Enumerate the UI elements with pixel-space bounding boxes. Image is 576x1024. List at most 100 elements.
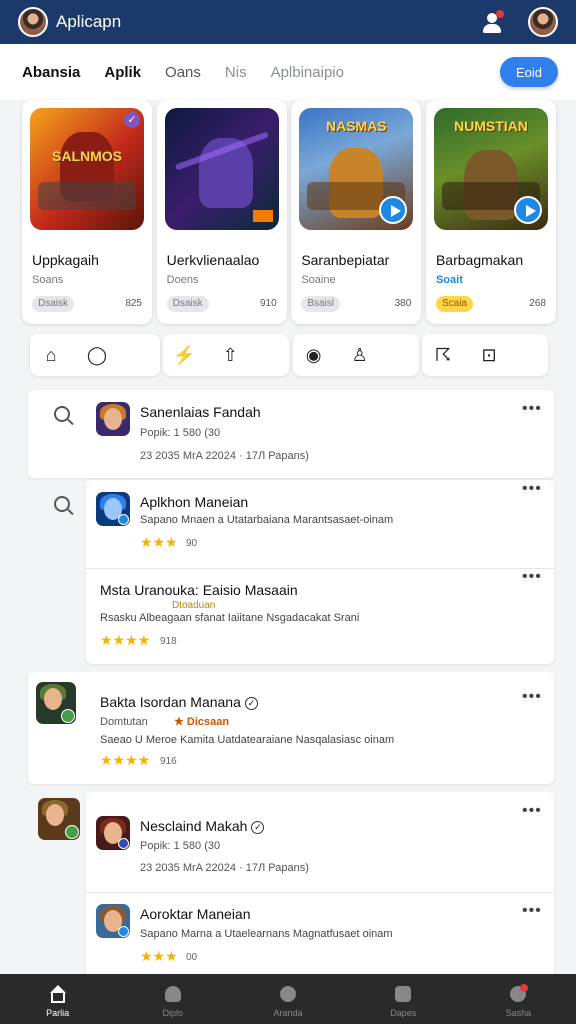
card-pill: Dsaisk xyxy=(32,296,75,312)
star-rating: ★★★★ xyxy=(100,752,151,768)
nav-groups[interactable]: Dapes xyxy=(346,974,461,1024)
row-title-text: Nesclaind Makah xyxy=(140,818,248,834)
play-icon[interactable] xyxy=(379,196,408,224)
card-title: Uppkagaih xyxy=(32,252,99,268)
tab-aplik[interactable]: Aplik xyxy=(104,64,141,81)
verified-icon xyxy=(118,514,129,525)
more-icon[interactable]: ••• xyxy=(522,568,542,586)
row-date: 23 2035 MrA 22024 · 17Л Раpans) xyxy=(140,450,309,462)
app-icon xyxy=(96,816,130,850)
app-title: Aplicapn xyxy=(56,12,122,31)
rating-count: 90 xyxy=(186,538,198,549)
orange-tag-icon xyxy=(252,210,273,222)
more-icon[interactable]: ••• xyxy=(522,480,542,498)
user-alert-icon[interactable] xyxy=(478,8,506,36)
chat-icon[interactable]: ◯ xyxy=(86,345,108,366)
search-icon[interactable] xyxy=(54,496,70,512)
row-desc: Saeao U Meroe Kamita Uatdatearaiane Nasq… xyxy=(100,734,395,746)
tab-nis[interactable]: Nis xyxy=(225,64,247,81)
group-icon xyxy=(393,984,413,1004)
walk-icon[interactable]: ☈ xyxy=(432,345,454,366)
nav-label: Diplo xyxy=(162,1008,184,1018)
app-icon-face xyxy=(46,804,64,826)
gamepad-icon-shape xyxy=(280,986,296,1002)
star-rating: ★★★ xyxy=(140,534,178,550)
row-title: Msta Uranouka: Eaisio Masaain xyxy=(100,582,298,598)
profile-icon xyxy=(508,984,529,1004)
app-icon xyxy=(96,904,130,938)
more-icon[interactable]: ••• xyxy=(522,802,542,820)
list-item[interactable]: Bakta Isordan Manana ✓ Domtutan ★ Dicsaan… xyxy=(28,672,554,784)
home-icon[interactable]: ⌂ xyxy=(40,345,62,366)
star-rating: ★★★★ xyxy=(100,632,151,648)
verified-icon: ✓ xyxy=(244,696,258,710)
user-body-shape xyxy=(483,24,501,33)
row-meta: Domtutan xyxy=(100,716,148,728)
nav-games[interactable]: Aranda xyxy=(230,974,345,1024)
person-icon[interactable]: ♙ xyxy=(349,345,371,366)
record-icon[interactable]: ◉ xyxy=(303,345,325,366)
featured-card[interactable]: SALNMOS ✓ Uppkagaih Soans Dsaisk 825 xyxy=(22,100,152,324)
game-thumbnail: NUMSTIAN xyxy=(433,108,548,230)
quick-action-group: ◉ ♙ xyxy=(292,334,419,376)
row-tag: Dtoaduan xyxy=(172,600,216,611)
card-count: 380 xyxy=(394,298,412,309)
tab-bar: Abansia Aplik Oans Nis Aplbinaipio Eoid xyxy=(0,44,576,100)
play-icon[interactable] xyxy=(513,196,542,224)
nav-people[interactable]: Diplo xyxy=(115,974,230,1024)
tab-aplbinaipio[interactable]: Aplbinaipio xyxy=(271,64,344,81)
quick-action-group: ⌂ ◯ xyxy=(30,334,160,376)
tab-abansia[interactable]: Abansia xyxy=(22,64,80,81)
nav-home[interactable]: Parlia xyxy=(0,974,115,1024)
row-meta: Popik: 1 580 (30 xyxy=(140,427,221,439)
card-subtitle: Soans xyxy=(32,274,64,286)
app-avatar[interactable] xyxy=(18,7,48,37)
featured-card[interactable]: NUMSTIAN Barbagmakan Soait Scaia 268 xyxy=(425,100,556,324)
list-item[interactable]: Sanenlaias Fandah Popik: 1 580 (30 23 20… xyxy=(28,390,554,478)
notification-dot xyxy=(520,984,529,992)
game-logo-text: SALNMOS xyxy=(52,148,122,164)
row-meta: Popik: 1 580 (30 xyxy=(140,840,221,852)
quick-action-row: ⌂ ◯ ⚡ ⇧ ◉ ♙ ☈ ⊡ xyxy=(30,334,548,376)
card-subtitle: Soait xyxy=(435,274,463,286)
app-icon xyxy=(96,492,130,526)
people-icon-shape xyxy=(164,986,181,1002)
tab-oans[interactable]: Oans xyxy=(165,64,201,81)
game-thumbnail: SALNMOS ✓ xyxy=(30,108,144,230)
weapon-art xyxy=(38,182,136,210)
run-icon[interactable]: ⚡ xyxy=(173,345,195,366)
row-title: Aplkhon Maneian xyxy=(140,494,249,510)
more-icon[interactable]: ••• xyxy=(522,688,542,706)
featured-card[interactable]: Uerkvlienaalao Doens Dsaisk 910 xyxy=(156,100,287,324)
bottom-nav: Parlia Diplo Aranda Dapes Sasha xyxy=(0,974,576,1024)
card-pill: Scaia xyxy=(435,296,473,312)
divider xyxy=(86,892,554,893)
game-thumbnail: NASMAS xyxy=(299,108,414,230)
game-logo-text: NUMSTIAN xyxy=(454,118,528,134)
verified-icon xyxy=(118,926,129,937)
nav-label: Sasha xyxy=(505,1008,532,1018)
share-icon[interactable]: ⇧ xyxy=(219,345,241,366)
more-icon[interactable]: ••• xyxy=(522,902,542,920)
app-icon xyxy=(36,682,76,724)
game-logo-text: NASMAS xyxy=(325,118,387,134)
profile-avatar[interactable] xyxy=(528,7,558,37)
more-icon[interactable]: ••• xyxy=(522,400,542,418)
quick-action-group: ☈ ⊡ xyxy=(421,334,548,376)
list-group: Nesclaind Makah ✓ Popik: 1 580 (30 23 203… xyxy=(86,792,554,976)
nav-profile[interactable]: Sasha xyxy=(461,974,576,1024)
edit-button[interactable]: Eoid xyxy=(500,57,558,87)
card-pill: Bsaisl xyxy=(301,296,340,312)
card-count: 825 xyxy=(125,298,142,309)
rating-count: 916 xyxy=(160,756,177,767)
search-icon[interactable] xyxy=(54,406,70,422)
rating-count: 00 xyxy=(186,952,198,963)
app-header: Aplicapn xyxy=(0,0,576,44)
featured-cards: SALNMOS ✓ Uppkagaih Soans Dsaisk 825 Uer… xyxy=(22,100,556,326)
card-title: Saranbepiatar xyxy=(301,252,390,268)
card-count: 268 xyxy=(529,298,546,309)
rating-count: 918 xyxy=(160,636,177,647)
trash-icon[interactable]: ⊡ xyxy=(478,345,500,366)
verified-icon xyxy=(65,825,79,839)
featured-card[interactable]: NASMAS Saranbepiatar Soaine Bsaisl 380 xyxy=(291,100,422,324)
